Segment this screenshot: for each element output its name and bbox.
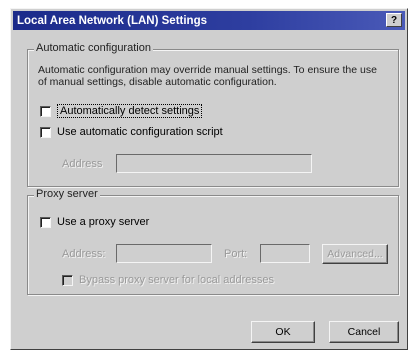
proxy-server-label: Proxy server [34,188,100,200]
window-title: Local Area Network (LAN) Settings [17,14,207,27]
advanced-button[interactable]: Advanced... [322,244,388,264]
config-script-row[interactable]: Use automatic configuration script [40,126,223,138]
config-script-label[interactable]: Use automatic configuration script [57,126,223,138]
bypass-local-checkbox[interactable] [62,274,73,286]
ok-button[interactable]: OK [251,321,315,343]
proxy-address-label: Address: [62,248,106,260]
detect-settings-row[interactable]: Automatically detect settings [40,104,203,118]
cancel-button[interactable]: Cancel [329,321,399,343]
script-address-input[interactable] [116,154,312,173]
bypass-local-row[interactable]: Bypass proxy server for local addresses [62,274,274,286]
title-bar: Local Area Network (LAN) Settings ? [13,11,405,30]
proxy-port-input[interactable] [260,244,310,263]
automatic-configuration-group: Automatic configuration Automatic config… [27,42,399,187]
detect-settings-label[interactable]: Automatically detect settings [57,104,203,118]
script-address-label: Address [62,158,103,170]
automatic-configuration-label: Automatic configuration [34,42,153,54]
use-proxy-row[interactable]: Use a proxy server [40,216,149,228]
use-proxy-label[interactable]: Use a proxy server [57,216,149,228]
proxy-address-input[interactable] [116,244,212,263]
proxy-port-label: Port: [224,248,248,260]
help-button[interactable]: ? [386,13,402,27]
detect-settings-checkbox[interactable] [40,105,51,117]
lan-settings-dialog: Local Area Network (LAN) Settings ? Auto… [10,8,408,350]
config-script-checkbox[interactable] [40,126,51,138]
bypass-local-label[interactable]: Bypass proxy server for local addresses [79,274,274,286]
use-proxy-checkbox[interactable] [40,216,51,228]
help-icon: ? [390,14,398,26]
proxy-server-group: Proxy server Use a proxy server Address:… [27,188,399,295]
automatic-configuration-description: Automatic configuration may override man… [38,64,377,88]
